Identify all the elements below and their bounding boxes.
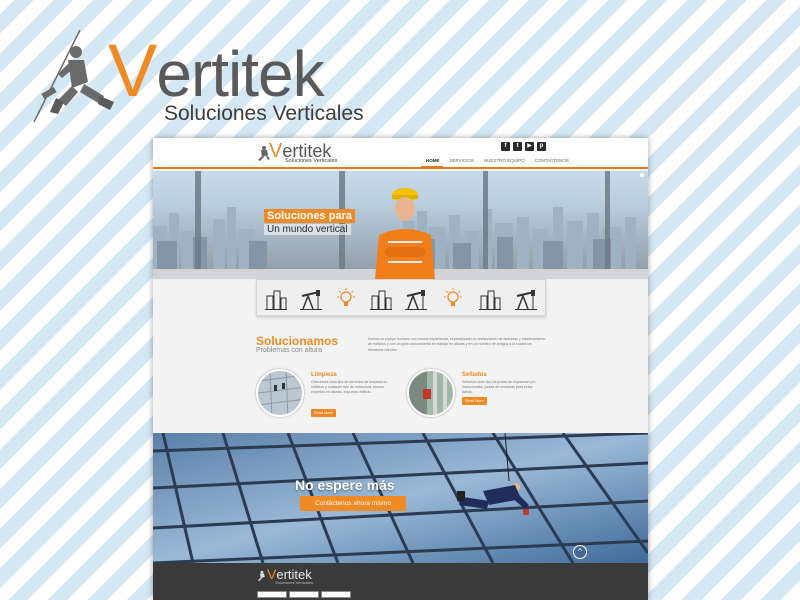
service-title: Sellados [462, 372, 487, 378]
building-icon [265, 290, 287, 310]
active-menu-indicator [421, 166, 443, 169]
about-title: Solucionamos [256, 334, 339, 348]
service-text: Ofrecemos todo tipo de servicios de limp… [311, 380, 388, 395]
cta-section: No espere más Contáctenos ahora mismo ^ [153, 433, 648, 563]
footer-logo: Vertitek Soluciones Verticales [257, 566, 317, 589]
service-text: Sellamos todo tipo de juntas de expansió… [462, 380, 536, 395]
chevron-up-icon: ^ [578, 547, 582, 556]
read-more-button[interactable]: Read More [311, 409, 336, 417]
main-menu: Home Servicios Nuestro Equipo Contacteno… [421, 158, 574, 163]
pinterest-icon[interactable]: p [537, 142, 546, 151]
footer-input[interactable] [321, 591, 351, 598]
about-text: Somos un equipo humano con mucha experie… [368, 337, 546, 352]
lightbulb-icon [337, 288, 355, 306]
lightbulb-icon [444, 288, 462, 306]
contact-now-button[interactable]: Contáctenos ahora mismo [300, 496, 406, 511]
menu-item-nuestro-equipo[interactable]: Nuestro Equipo [479, 158, 530, 163]
footer-input[interactable] [289, 591, 319, 598]
service-image-limpieza [256, 369, 304, 417]
building-icon [370, 290, 392, 310]
site-navbar: Vertitek Soluciones Verticales f t ▶ p H… [153, 138, 648, 169]
twitter-icon[interactable]: t [513, 142, 522, 151]
footer-input[interactable] [257, 591, 287, 598]
site-footer: Vertitek Soluciones Verticales [153, 563, 648, 600]
oil-pump-icon [300, 290, 322, 310]
menu-item-contactenos[interactable]: Contactenos [530, 158, 574, 163]
menu-item-home[interactable]: Home [421, 158, 445, 163]
brand-wordmark: Vertitek [108, 29, 325, 112]
building-icon [479, 290, 501, 310]
hero-cityscape-image [153, 171, 648, 279]
cta-title: No espere más [295, 477, 395, 493]
social-links: f t ▶ p [501, 142, 546, 151]
read-more-button[interactable]: Read More [462, 397, 487, 405]
worker-figure [375, 188, 435, 279]
oil-pump-icon [515, 290, 537, 310]
website-mockup: Vertitek Soluciones Verticales f t ▶ p H… [153, 138, 648, 600]
oil-pump-icon [405, 290, 427, 310]
brand-logo: Vertitek Soluciones Verticales [28, 29, 364, 126]
climber-icon [257, 570, 265, 581]
brand-tagline: Soluciones Verticales [164, 102, 364, 125]
service-image-sellados [407, 369, 455, 417]
hero-subtitle: Un mundo vertical [264, 224, 351, 235]
youtube-icon[interactable]: ▶ [525, 142, 534, 151]
site-logo[interactable]: Vertitek Soluciones Verticales [255, 140, 345, 167]
about-subtitle: Problemas con altura [256, 347, 323, 354]
hero-title: Soluciones para [264, 209, 355, 223]
menu-item-servicios[interactable]: Servicios [445, 158, 479, 163]
facebook-icon[interactable]: f [501, 142, 510, 151]
service-title: Limpieza [311, 372, 337, 378]
hero-banner: Soluciones para Un mundo vertical [153, 171, 648, 279]
scroll-top-button[interactable]: ^ [573, 545, 587, 559]
service-icons-strip [256, 279, 546, 316]
slider-dot[interactable] [640, 173, 644, 177]
